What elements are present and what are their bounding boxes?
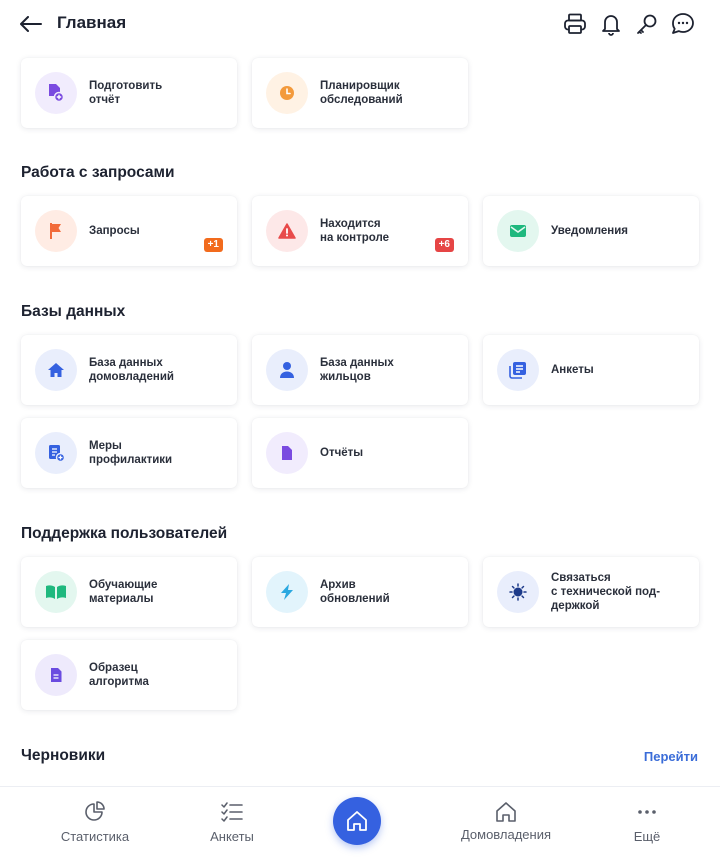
prepare-report-card[interactable]: Подготовить отчёт xyxy=(21,58,237,128)
nav-forms[interactable]: Анкеты xyxy=(182,799,282,844)
dots-icon xyxy=(597,799,697,825)
forms-icon xyxy=(497,349,539,391)
nav-label: Ещё xyxy=(633,829,661,844)
page-title: Главная xyxy=(57,13,127,32)
card-label: Запросы xyxy=(89,225,140,237)
prevention-measures-card[interactable]: Меры профилактики xyxy=(21,418,237,488)
bell-icon[interactable] xyxy=(598,10,624,38)
notifications-card[interactable]: Уведомления xyxy=(483,196,699,266)
warning-icon xyxy=(266,210,308,252)
card-label: Уведомления xyxy=(551,225,628,237)
card-label: База данных домовладений xyxy=(89,357,174,383)
card-label: Меры профилактики xyxy=(89,440,173,466)
card-label: Образец алгоритма xyxy=(89,662,149,688)
households-db-card[interactable]: База данных домовладений xyxy=(21,335,237,405)
card-label: База данных жильцов xyxy=(320,357,394,383)
reports-card[interactable]: Отчёты xyxy=(252,418,468,488)
training-materials-card[interactable]: Обучающие материалы xyxy=(21,557,237,627)
bulb-icon xyxy=(497,571,539,613)
section-title-databases: Базы данных xyxy=(21,303,126,320)
card-label: Анкеты xyxy=(551,364,594,376)
lightning-icon xyxy=(266,571,308,613)
card-label: Обучающие материалы xyxy=(89,579,158,605)
back-arrow-icon[interactable] xyxy=(18,12,44,36)
book-icon xyxy=(35,571,77,613)
house-outline-icon xyxy=(456,799,556,825)
under-control-card[interactable]: Находится на контроле +6 xyxy=(252,196,468,266)
nav-more[interactable]: Ещё xyxy=(597,799,697,844)
chat-icon[interactable] xyxy=(670,10,696,38)
contact-support-card[interactable]: Связаться с технической под- держкой xyxy=(483,557,699,627)
top-bar: Главная xyxy=(0,0,720,48)
report-add-icon xyxy=(35,72,77,114)
drafts-go-link[interactable]: Перейти xyxy=(644,749,698,764)
printer-icon[interactable] xyxy=(562,10,588,38)
bottom-navigation: Статистика Анкеты Домовладения Ещё xyxy=(0,786,720,861)
nav-label: Домовладения xyxy=(460,827,552,842)
section-title-requests: Работа с запросами xyxy=(21,164,175,181)
pie-chart-icon xyxy=(45,799,145,825)
count-badge: +1 xyxy=(203,238,223,252)
card-label: Подготовить отчёт xyxy=(89,80,163,106)
person-icon xyxy=(266,349,308,391)
document-add-icon xyxy=(35,432,77,474)
section-title-support: Поддержка пользователей xyxy=(21,525,228,542)
flag-icon xyxy=(35,210,77,252)
requests-card[interactable]: Запросы +1 xyxy=(21,196,237,266)
count-badge: +6 xyxy=(434,238,454,252)
nav-label: Статистика xyxy=(60,829,130,844)
home-icon xyxy=(346,810,368,832)
section-title-drafts: Черновики xyxy=(21,747,106,764)
file-icon xyxy=(266,432,308,474)
card-label: Планировщик обследований xyxy=(320,80,403,106)
card-label: Связаться с технической под- держкой xyxy=(551,572,661,612)
doc-lines-icon xyxy=(35,654,77,696)
survey-planner-card[interactable]: Планировщик обследований xyxy=(252,58,468,128)
house-icon xyxy=(35,349,77,391)
forms-card[interactable]: Анкеты xyxy=(483,335,699,405)
card-label: Отчёты xyxy=(320,447,364,459)
home-button[interactable] xyxy=(333,797,381,845)
clock-icon xyxy=(266,72,308,114)
nav-label: Анкеты xyxy=(210,829,254,844)
checklist-icon xyxy=(182,799,282,825)
algorithm-sample-card[interactable]: Образец алгоритма xyxy=(21,640,237,710)
nav-statistics[interactable]: Статистика xyxy=(45,799,145,844)
card-label: Архив обновлений xyxy=(320,579,390,605)
updates-archive-card[interactable]: Архив обновлений xyxy=(252,557,468,627)
residents-db-card[interactable]: База данных жильцов xyxy=(252,335,468,405)
mail-icon xyxy=(497,210,539,252)
header-actions xyxy=(562,10,696,38)
nav-households[interactable]: Домовладения xyxy=(456,799,556,842)
key-icon[interactable] xyxy=(634,10,660,38)
